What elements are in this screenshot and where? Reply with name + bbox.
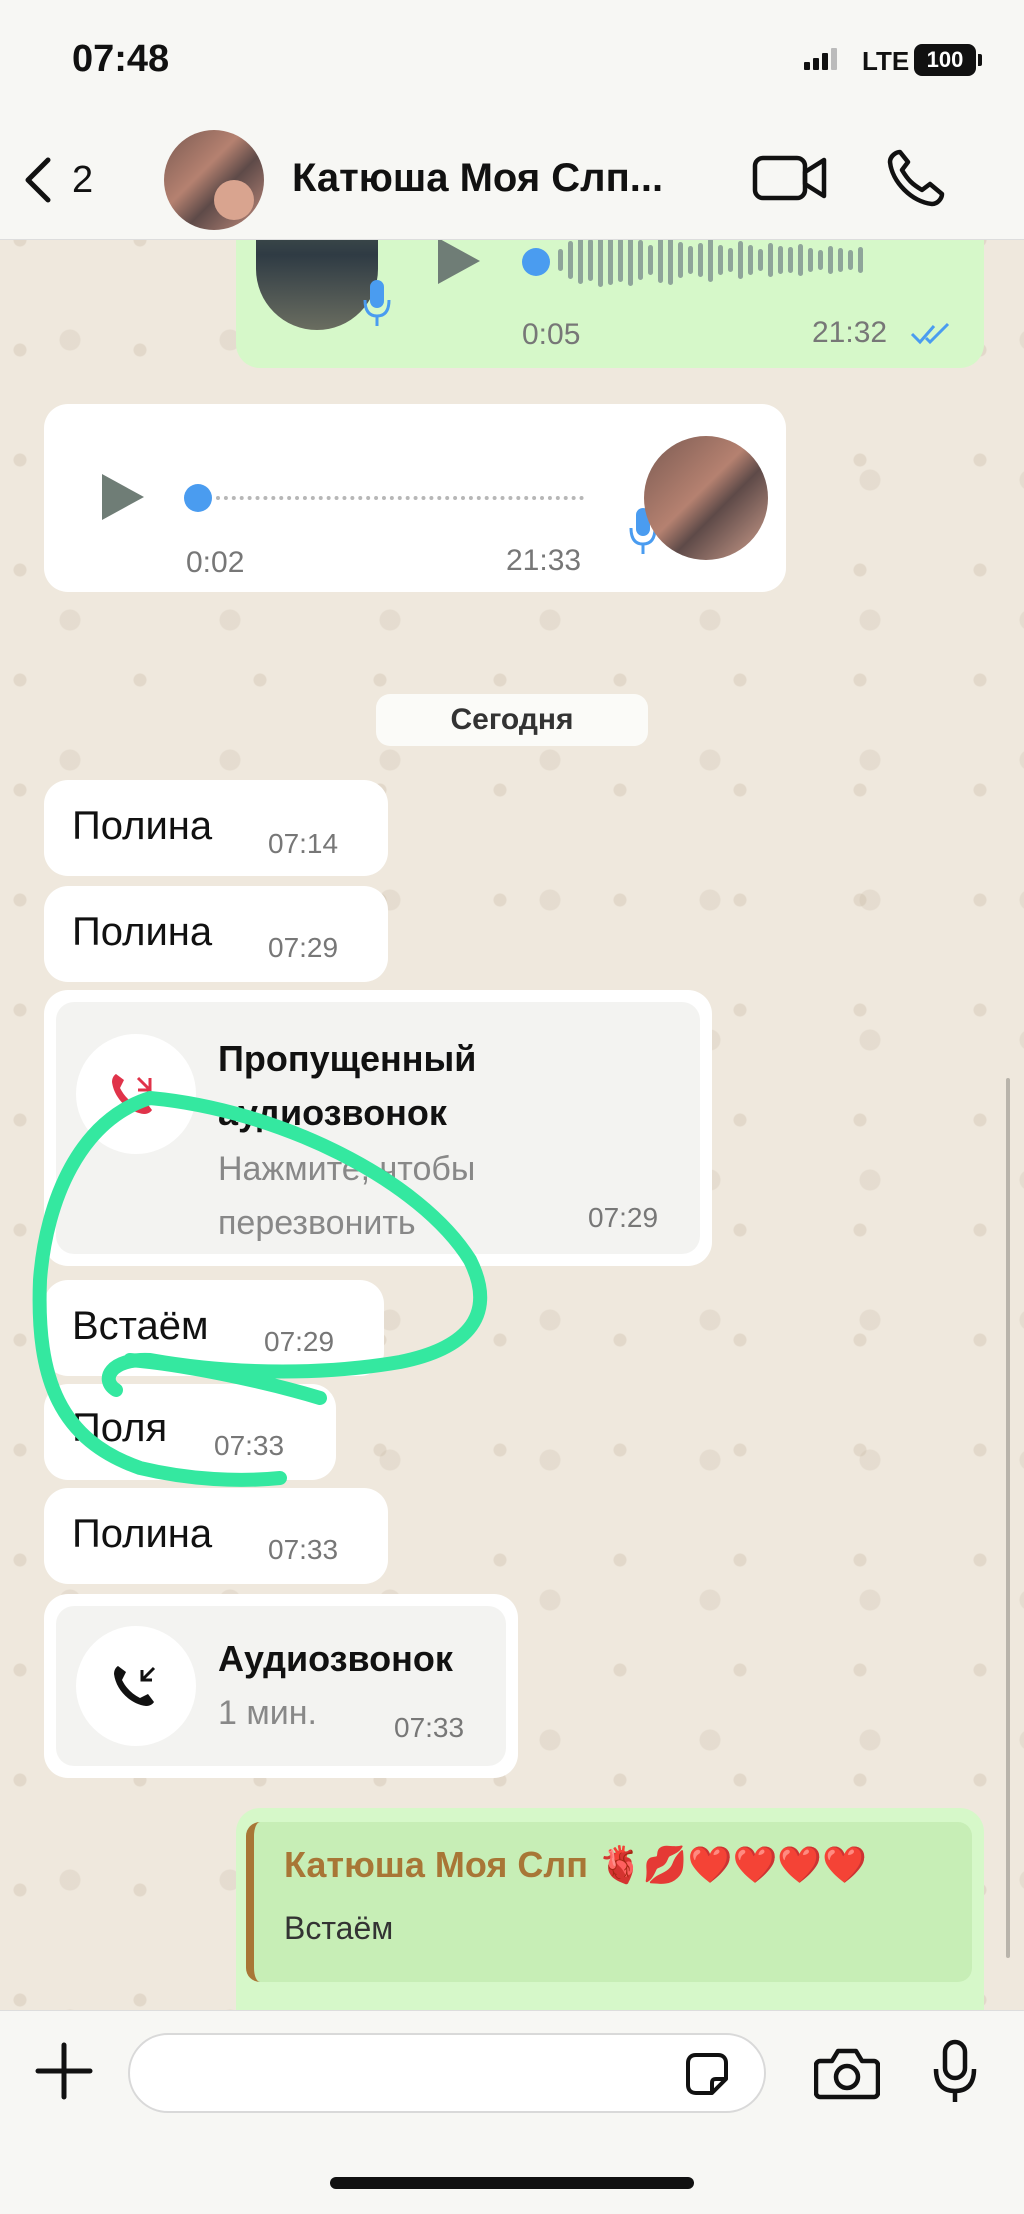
sticker-icon[interactable] [682, 2049, 732, 2099]
status-bar: 07:48 LTE 100 [0, 0, 1024, 120]
status-time: 07:48 [72, 38, 170, 80]
input-bar [0, 2010, 1024, 2214]
contact-name[interactable]: Катюша Моя Слп... [292, 156, 663, 201]
highlight-annotation [32, 1091, 488, 1487]
video-call-icon[interactable] [752, 148, 828, 208]
battery-icon: 100 [914, 44, 982, 76]
chat-header: 2 Катюша Моя Слп... [0, 120, 1024, 240]
plus-icon[interactable] [34, 2041, 94, 2101]
back-button[interactable]: 2 [22, 150, 112, 210]
camera-icon[interactable] [814, 2045, 880, 2101]
phone-icon[interactable] [886, 146, 948, 208]
microphone-icon[interactable] [932, 2039, 978, 2105]
signal-icon [804, 48, 840, 70]
home-indicator[interactable] [330, 2177, 694, 2189]
network-type: LTE [862, 46, 910, 76]
message-input[interactable] [128, 2033, 766, 2113]
contact-avatar[interactable] [164, 130, 264, 230]
unread-count: 2 [72, 158, 94, 201]
chevron-left-icon [25, 157, 51, 203]
scrollbar[interactable] [1006, 1078, 1010, 1958]
